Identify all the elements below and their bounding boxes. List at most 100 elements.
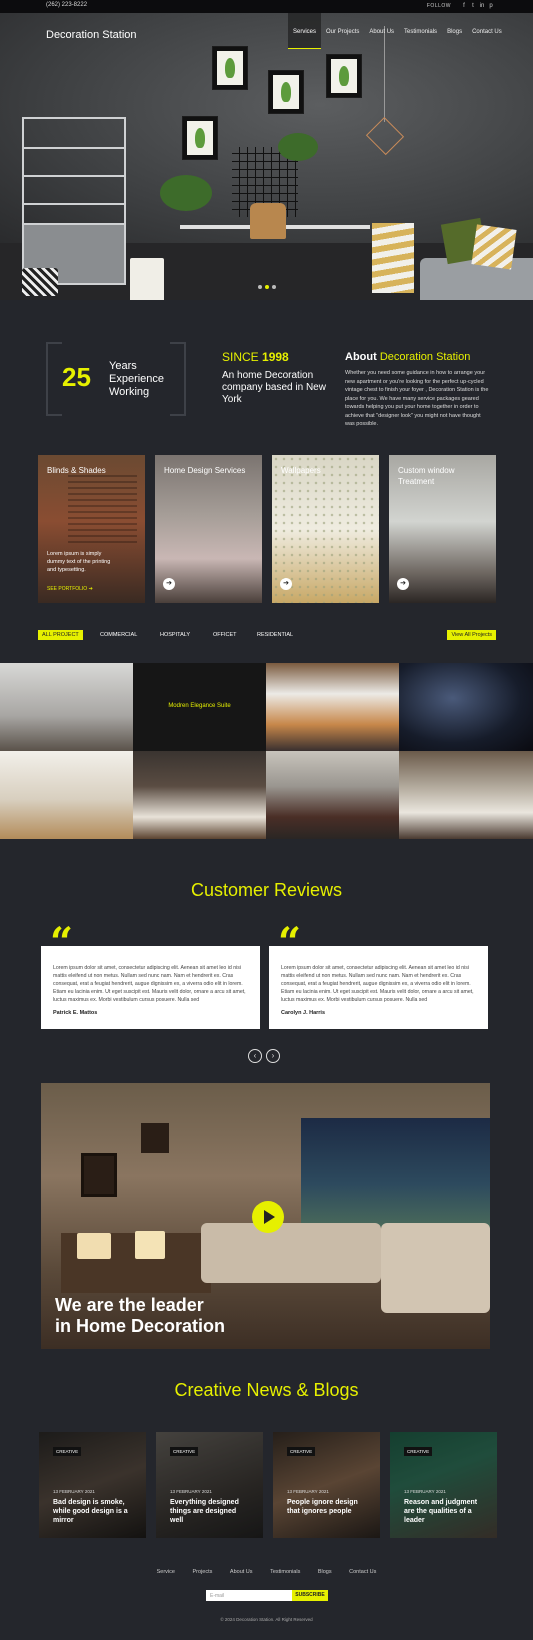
see-portfolio-link[interactable]: SEE PORTFOLIO ➔ — [47, 586, 93, 592]
blog-title[interactable]: People ignore design that ignores people — [287, 1498, 367, 1516]
play-button[interactable] — [252, 1201, 284, 1233]
nav-blogs[interactable]: Blogs — [442, 13, 467, 49]
footer-link-blogs[interactable]: Blogs — [318, 1569, 332, 1575]
blinds-pattern — [68, 475, 137, 543]
project-tile[interactable] — [133, 751, 266, 839]
blog-card[interactable]: CREATIVE 13 FEBRUARY 2021 Everything des… — [156, 1432, 263, 1538]
filter-officet[interactable]: OFFICET — [213, 630, 237, 640]
next-arrow-icon[interactable]: › — [266, 1049, 280, 1063]
blog-date: 13 FEBRUARY 2021 — [287, 1489, 329, 1494]
nav-services[interactable]: Services — [288, 13, 322, 49]
blog-title[interactable]: Bad design is smoke, while good design i… — [53, 1498, 133, 1525]
blog-date: 13 FEBRUARY 2021 — [170, 1489, 212, 1494]
project-filters: ALL PROJECT COMMERCIAL HOSPITALY OFFICET… — [38, 630, 496, 642]
filter-all[interactable]: ALL PROJECT — [38, 630, 83, 640]
arrow-right-icon[interactable]: ➔ — [280, 578, 292, 590]
review-card: Lorem ipsum dolor sit amet, consectetur … — [269, 946, 488, 1029]
wall-frame — [326, 54, 362, 98]
arrow-right-icon[interactable]: ➔ — [163, 578, 175, 590]
about-heading-prefix: About — [345, 351, 377, 363]
project-tile[interactable] — [266, 751, 399, 839]
review-author: Carolyn J. Harris — [281, 1010, 326, 1016]
striped-bag — [372, 223, 414, 293]
filter-hospitaly[interactable]: HOSPITALY — [160, 630, 190, 640]
blog-card[interactable]: CREATIVE 13 FEBRUARY 2021 People ignore … — [273, 1432, 380, 1538]
window-view — [301, 1118, 490, 1228]
blog-title[interactable]: Reason and judgment are the qualities of… — [404, 1498, 484, 1525]
brand-logo[interactable]: Decoration Station — [46, 29, 137, 41]
review-text: Lorem ipsum dolor sit amet, consectetur … — [281, 965, 474, 1003]
blog-badge: CREATIVE — [404, 1447, 433, 1456]
blog-badge: CREATIVE — [53, 1447, 82, 1456]
see-portfolio-label: SEE PORTFOLIO — [47, 586, 88, 592]
nav-testimonials[interactable]: Testimonials — [399, 13, 442, 49]
project-tile[interactable] — [399, 751, 533, 839]
subscribe-form: E-mail SUBSCRIBE — [206, 1590, 328, 1601]
service-card-blinds[interactable]: Blinds & Shades Lorem ipsum is simply du… — [38, 455, 145, 603]
subscribe-button[interactable]: SUBSCRIBE — [292, 1590, 328, 1601]
main-nav: Services Our Projects About Us Testimoni… — [288, 13, 507, 49]
wall-niche — [81, 1153, 117, 1197]
project-tile[interactable] — [0, 663, 133, 751]
filter-residential[interactable]: RESIDENTIAL — [257, 630, 293, 640]
service-card-wallpapers[interactable]: Wallpapers ➔ — [272, 455, 379, 603]
footer-link-testimonials[interactable]: Testimonials — [270, 1569, 300, 1575]
project-caption: Modren Elegance Suite — [168, 703, 231, 709]
project-tile[interactable] — [399, 663, 533, 751]
blog-title[interactable]: Everything designed things are designed … — [170, 1498, 250, 1525]
nav-projects[interactable]: Our Projects — [321, 13, 364, 49]
filter-commercial[interactable]: COMMERCIAL — [100, 630, 137, 640]
nav-about[interactable]: About Us — [364, 13, 399, 49]
phone-number[interactable]: (262) 223-8222 — [46, 2, 87, 8]
about-text: Whether you need some guidance in how to… — [345, 370, 489, 427]
since-prefix: SINCE — [222, 350, 259, 364]
instagram-icon[interactable]: in — [478, 2, 486, 10]
blog-badge: CREATIVE — [287, 1447, 316, 1456]
slider-dot-active[interactable] — [265, 285, 269, 289]
project-tile-featured[interactable]: Modren Elegance Suite — [133, 663, 266, 751]
pinterest-icon[interactable]: p — [487, 2, 495, 10]
footer-link-service[interactable]: Service — [157, 1569, 175, 1575]
service-title: Blinds & Shades — [47, 466, 106, 475]
video-headline-line1: We are the leader — [55, 1295, 204, 1315]
project-tile[interactable] — [0, 751, 133, 839]
video-headline: We are the leader in Home Decoration — [55, 1295, 315, 1337]
arrow-right-icon[interactable]: ➔ — [397, 578, 409, 590]
twitter-icon[interactable]: t — [469, 2, 477, 10]
follow-label: FOLLOW — [426, 3, 451, 9]
service-title: Home Design Services — [164, 466, 246, 475]
table-lamp — [135, 1231, 165, 1259]
blog-card[interactable]: CREATIVE 13 FEBRUARY 2021 Reason and jud… — [390, 1432, 497, 1538]
blogs-heading: Creative News & Blogs — [174, 1380, 359, 1400]
experience-box: 25 Years Experience Working — [46, 342, 186, 416]
wall-frame — [182, 116, 218, 160]
service-title: Wallpapers — [281, 466, 321, 475]
service-card-home-design[interactable]: Home Design Services ➔ — [155, 455, 262, 603]
since-year: 1998 — [262, 350, 289, 364]
blog-card[interactable]: CREATIVE 13 FEBRUARY 2021 Bad design is … — [39, 1432, 146, 1538]
about-heading-suffix: Decoration Station — [379, 351, 471, 363]
wall-niche — [141, 1123, 169, 1153]
bracket-left — [46, 342, 62, 416]
facebook-icon[interactable]: f — [460, 2, 468, 10]
footer-link-about[interactable]: About Us — [230, 1569, 253, 1575]
hero-banner: Decoration Station Services Our Projects… — [0, 13, 533, 300]
service-card-window[interactable]: Custom window Treatment ➔ — [389, 455, 496, 603]
footer-nav: Service Projects About Us Testimonials B… — [0, 1569, 533, 1575]
reviews-heading: Customer Reviews — [190, 880, 343, 900]
since-label: SINCE 1998 — [222, 350, 289, 364]
review-card: Lorem ipsum dolor sit amet, consectetur … — [41, 946, 260, 1029]
prev-arrow-icon[interactable]: ‹ — [248, 1049, 262, 1063]
footer-link-contact[interactable]: Contact Us — [349, 1569, 376, 1575]
service-desc: Lorem ipsum is simply dummy text of the … — [47, 551, 111, 573]
email-field[interactable]: E-mail — [206, 1590, 292, 1601]
experience-text: Years Experience Working — [109, 360, 165, 398]
arrow-right-icon: ➔ — [88, 586, 93, 592]
nav-contact[interactable]: Contact Us — [467, 13, 507, 49]
slider-dot[interactable] — [258, 285, 262, 289]
cushion — [471, 224, 517, 270]
slider-dot[interactable] — [272, 285, 276, 289]
project-tile[interactable] — [266, 663, 399, 751]
footer-link-projects[interactable]: Projects — [193, 1569, 213, 1575]
view-all-projects-button[interactable]: View All Projects — [447, 630, 496, 640]
